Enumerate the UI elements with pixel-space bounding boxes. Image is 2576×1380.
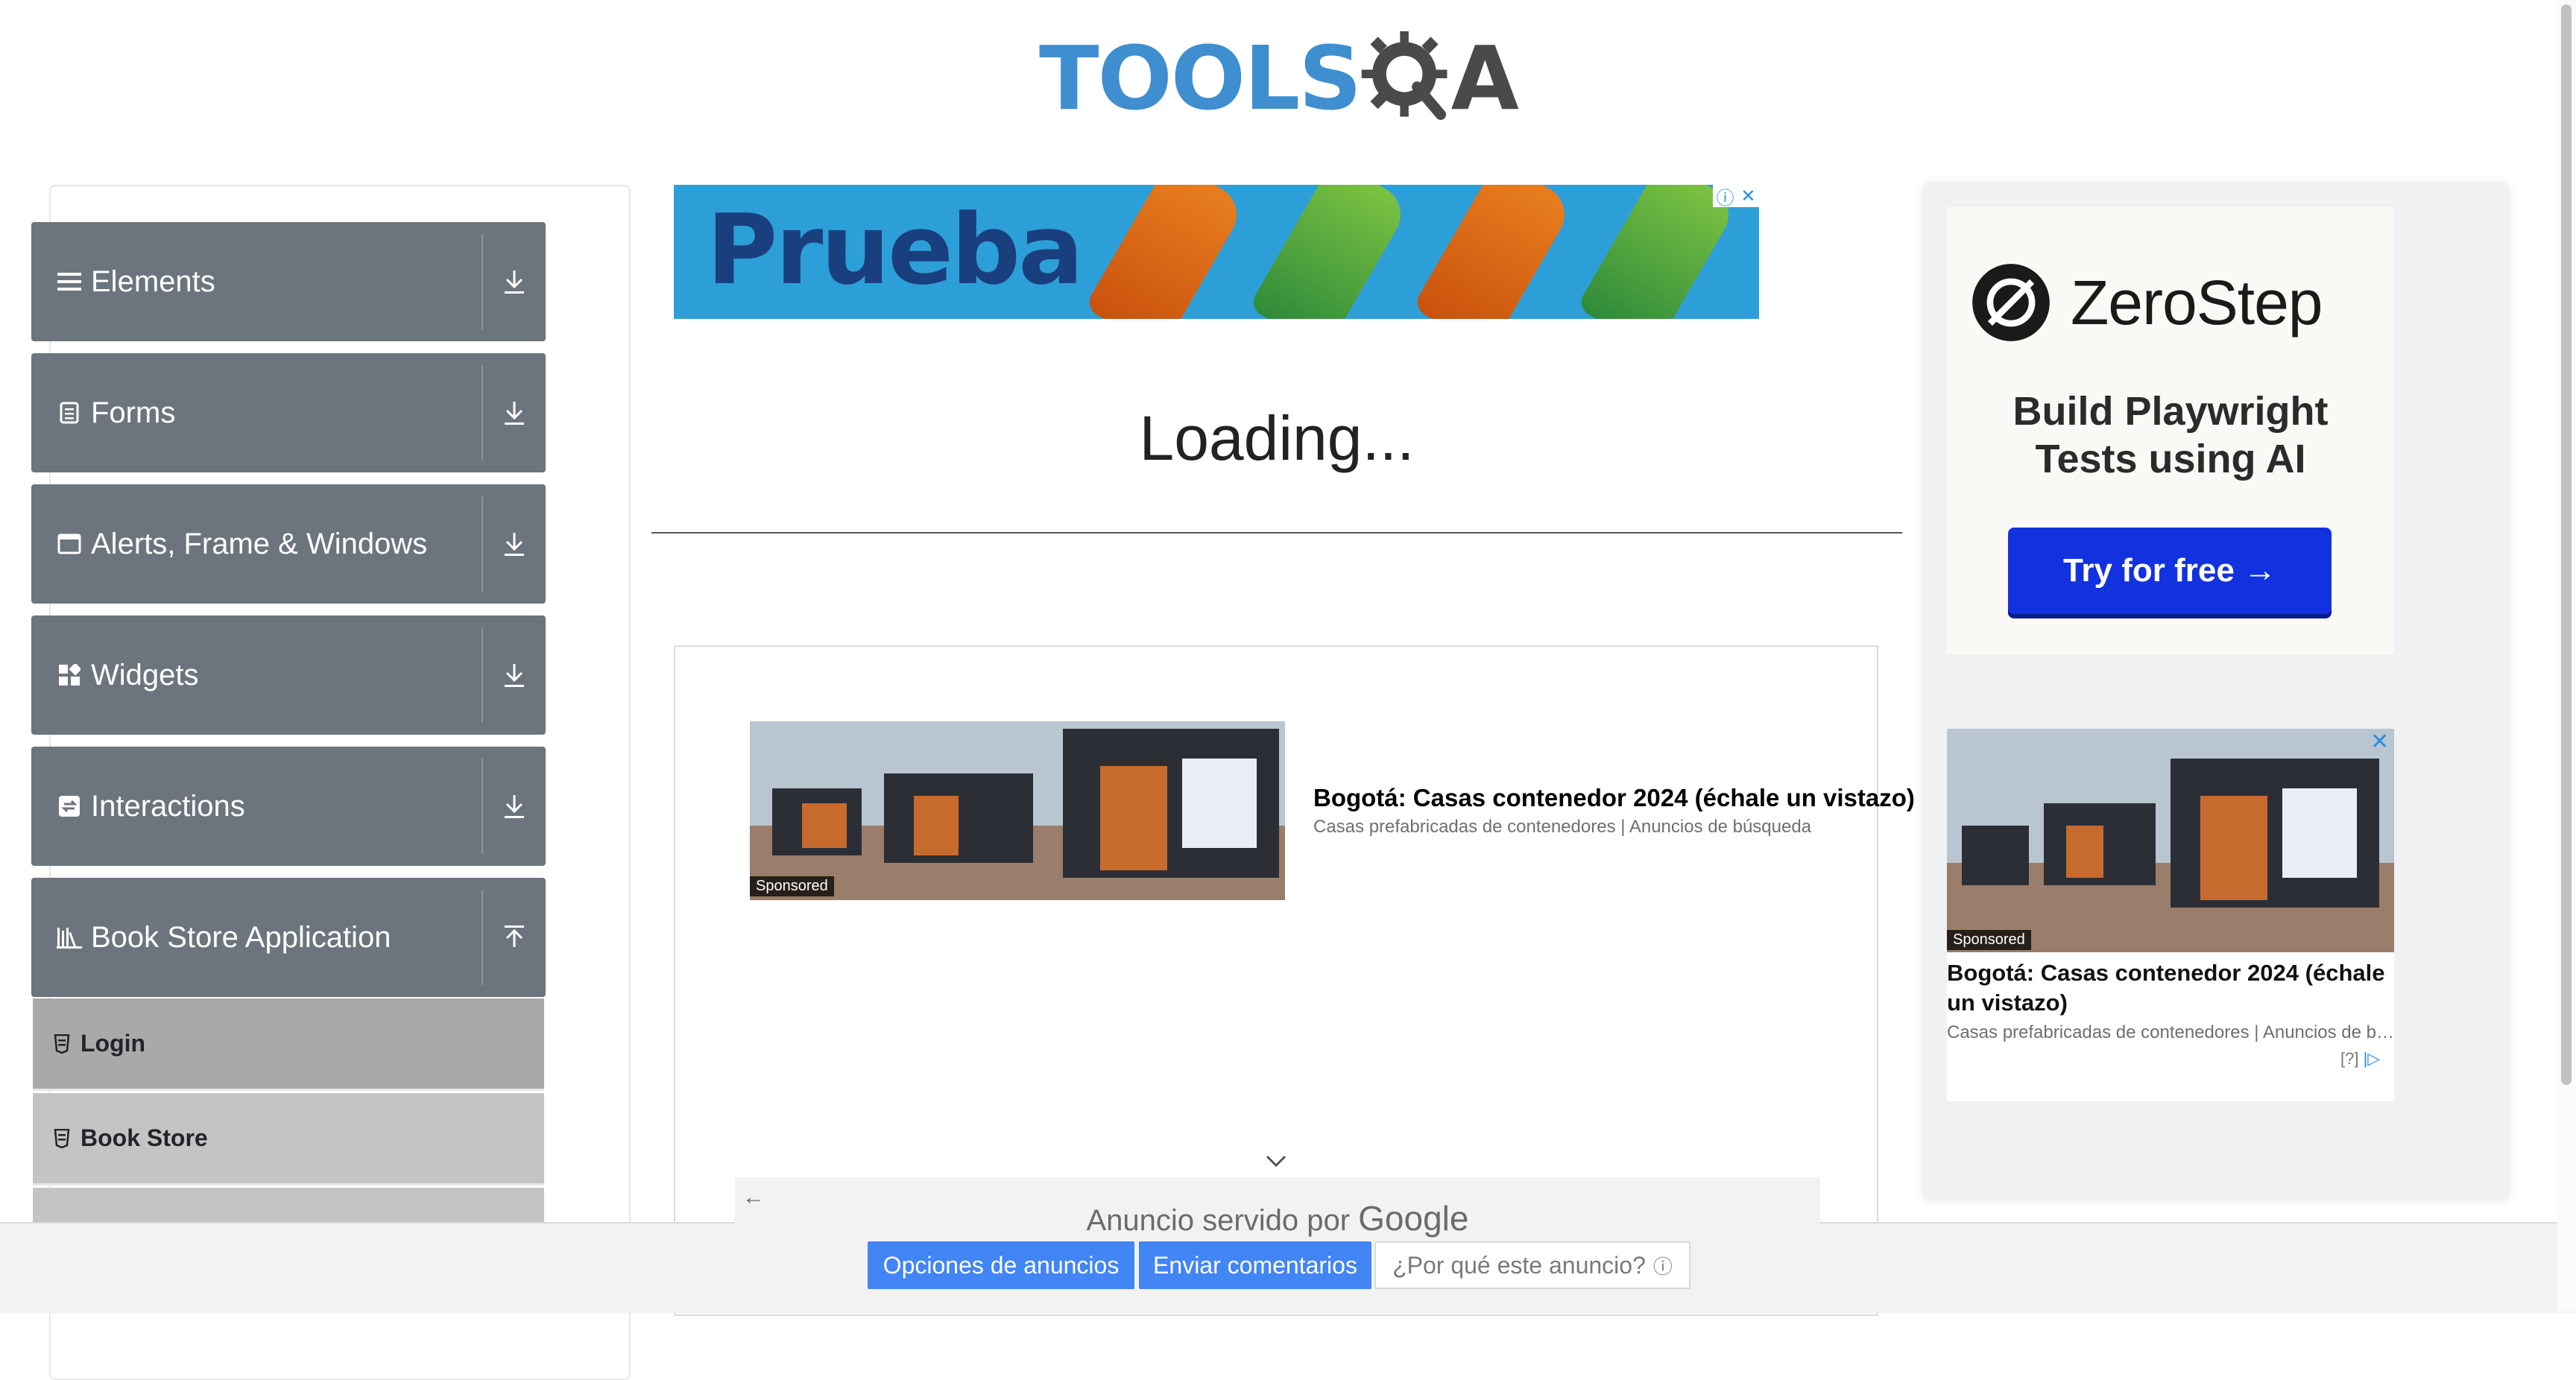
native-ad-title[interactable]: Bogotá: Casas contenedor 2024 (échale un… <box>1313 784 1915 812</box>
sidebar-group-label: Alerts, Frame & Windows <box>91 527 428 560</box>
scrollbar-thumb[interactable] <box>2561 4 2572 1085</box>
divider <box>651 532 1902 534</box>
download-arrow-icon[interactable] <box>483 615 546 735</box>
right-native-ad-subtitle: Casas prefabricadas de contenedores | An… <box>1947 1022 2394 1042</box>
bottle-image <box>1248 185 1412 319</box>
banner-ad-text: Prueba <box>707 193 1084 306</box>
logo-text-a: A <box>1450 27 1519 130</box>
native-ad-subtitle: Casas prefabricadas de contenedores | An… <box>1313 817 1812 837</box>
download-arrow-icon[interactable] <box>483 484 546 604</box>
close-icon[interactable]: ✕ <box>2370 729 2389 755</box>
sidebar-group-label: Forms <box>91 396 176 429</box>
ad-options-button[interactable]: Opciones de anuncios <box>868 1241 1134 1289</box>
bottle-image <box>1412 185 1576 319</box>
zerostep-headline: Build Playwright Tests using AI <box>1947 387 2394 483</box>
ad-info-icon[interactable]: ⓘ <box>1716 185 1734 209</box>
served-by-text: Anuncio servido por <box>1086 1204 1351 1237</box>
sidebar-item-book-store[interactable]: Book Store <box>33 1093 544 1186</box>
sidebar-item-label: Login <box>80 1030 146 1057</box>
sidebar-group-elements[interactable]: Elements <box>31 222 546 341</box>
right-native-ad-title[interactable]: Bogotá: Casas contenedor 2024 (échale un… <box>1947 958 2394 1018</box>
loading-text: Loading... <box>1139 403 1415 473</box>
why-this-ad-button[interactable]: ¿Por qué este anuncio? ⓘ <box>1374 1241 1690 1289</box>
google-ad-notice: ← Anuncio servido por Google Opciones de… <box>735 1177 1820 1311</box>
try-for-free-button[interactable]: Try for free → <box>2008 528 2332 614</box>
books-icon <box>57 925 82 950</box>
html5-icon <box>54 1127 73 1150</box>
interactions-icon <box>57 794 82 819</box>
gear-magnifier-icon <box>1362 31 1448 120</box>
adchoices-help[interactable]: [?] <box>2340 1049 2358 1068</box>
download-arrow-icon[interactable] <box>483 353 546 472</box>
sidebar-item-label: Book Store <box>80 1124 208 1151</box>
banner-ad[interactable]: Prueba ⓘ ✕ <box>674 185 1759 319</box>
sidebar-group-book-store[interactable]: Book Store Application <box>31 878 546 997</box>
chevron-down-icon[interactable] <box>1264 1152 1288 1170</box>
info-icon: ⓘ <box>1652 1255 1673 1278</box>
sidebar-group-forms[interactable]: Forms <box>31 353 546 472</box>
sidebar-group-interactions[interactable]: Interactions <box>31 747 546 866</box>
ad-served-by: Anuncio servido por Google <box>735 1198 1820 1238</box>
zerostep-logo-icon <box>1972 264 2050 341</box>
sidebar-group-alerts[interactable]: Alerts, Frame & Windows <box>31 484 546 604</box>
window-icon <box>57 531 82 557</box>
sponsored-badge: Sponsored <box>1947 930 2031 950</box>
hamburger-icon <box>57 269 82 294</box>
sidebar-group-label: Elements <box>91 265 215 298</box>
sponsored-badge: Sponsored <box>750 876 834 896</box>
html5-icon <box>54 1033 73 1055</box>
sidebar-group-label: Widgets <box>91 658 199 691</box>
toolsqa-logo[interactable]: TOOLS A <box>1039 22 1519 134</box>
why-this-ad-label: ¿Por qué este anuncio? <box>1392 1251 1646 1279</box>
download-arrow-icon[interactable] <box>483 222 546 341</box>
google-wordmark: Google <box>1358 1199 1469 1238</box>
send-feedback-button[interactable]: Enviar comentarios <box>1139 1241 1371 1289</box>
headline-line: Build Playwright <box>2012 389 2329 434</box>
widgets-icon <box>57 662 82 688</box>
bottle-image <box>1084 185 1248 319</box>
upload-arrow-icon[interactable] <box>483 878 546 997</box>
download-arrow-icon[interactable] <box>483 747 546 866</box>
sidebar-group-label: Interactions <box>91 789 245 823</box>
vertical-scrollbar[interactable] <box>2557 0 2576 1311</box>
close-icon[interactable]: ✕ <box>1740 186 1755 207</box>
container-house-image[interactable] <box>1947 729 2394 952</box>
ad-controls[interactable]: ⓘ ✕ <box>1713 185 1759 209</box>
document-icon <box>57 400 82 425</box>
zerostep-brand: ZeroStep <box>2071 268 2323 338</box>
sidebar-item-login[interactable]: Login <box>33 998 544 1091</box>
headline-line: Tests using AI <box>2035 437 2306 481</box>
adchoices[interactable]: [?] |▷ <box>2340 1049 2380 1069</box>
adchoices-icon[interactable]: |▷ <box>2364 1049 2381 1068</box>
sidebar-group-widgets[interactable]: Widgets <box>31 615 546 735</box>
logo-text-tools: TOOLS <box>1039 27 1362 130</box>
container-house-image[interactable] <box>750 721 1285 900</box>
sidebar-group-label: Book Store Application <box>91 920 391 954</box>
